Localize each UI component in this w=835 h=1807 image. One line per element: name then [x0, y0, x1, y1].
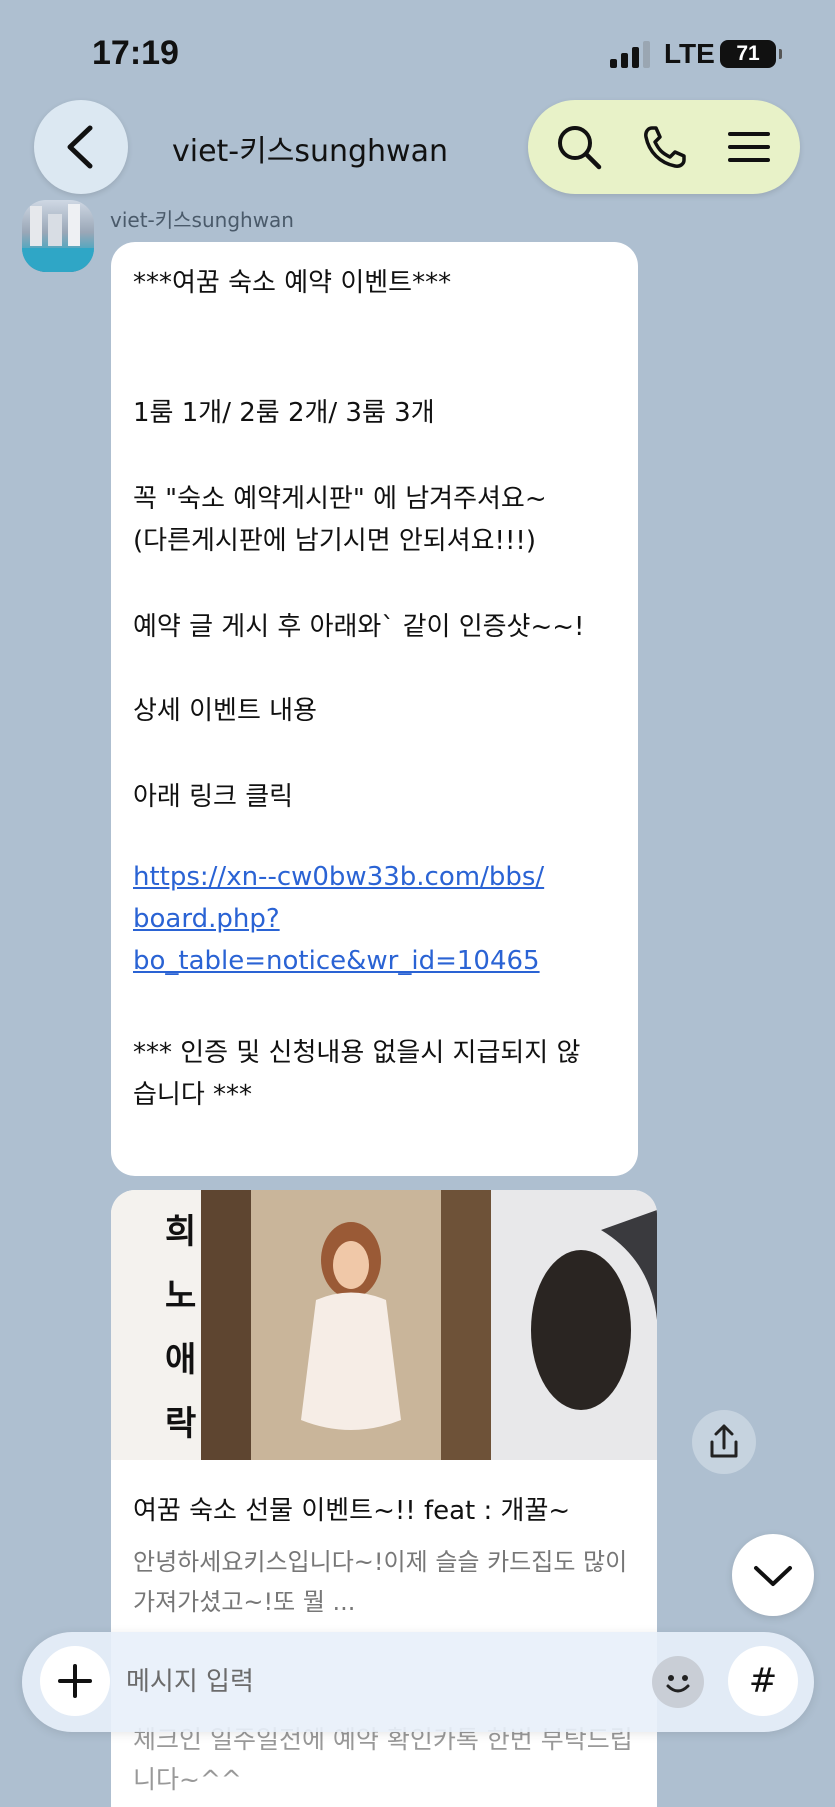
message-line: ***여꿈 숙소 예약 이벤트*** — [133, 268, 452, 298]
message-line: *** 인증 및 신청내용 없을시 지급되지 않 — [133, 1038, 581, 1068]
hashtag-button[interactable]: # — [728, 1646, 798, 1716]
search-button[interactable] — [554, 122, 604, 172]
scroll-to-bottom-button[interactable] — [732, 1534, 814, 1616]
link-card-extra-text: 체크인 일주일전에 예약 확인카톡 한번 부탁드립니다~^^ — [133, 1725, 633, 1794]
chevron-down-icon — [754, 1566, 792, 1586]
link-card-title: 여꿈 숙소 선물 이벤트~!! feat : 개꿀~ — [133, 1496, 571, 1526]
menu-button[interactable] — [724, 122, 774, 172]
calligraphy-char: 희 — [165, 1212, 197, 1252]
emoji-button[interactable] — [652, 1656, 704, 1708]
message-line: 꼭 "숙소 예약게시판" 에 남겨주셔요~ — [133, 484, 547, 514]
network-label: LTE — [664, 38, 715, 69]
message-link[interactable]: board.php? — [133, 904, 280, 934]
message-link[interactable]: bo_table=notice&wr_id=10465 — [133, 946, 540, 976]
signal-icon — [610, 40, 654, 68]
attach-button[interactable] — [40, 1646, 110, 1716]
sender-avatar[interactable] — [22, 200, 94, 272]
link-card-description: 안녕하세요키스입니다~!이제 슬슬 카드집도 많이 가져가셨고~!또 뭘 ... — [133, 1548, 628, 1616]
message-line: 상세 이벤트 내용 — [133, 696, 317, 726]
chat-title: viet-키스sunghwan — [172, 134, 448, 169]
sender-name: viet-키스sunghwan — [110, 208, 294, 232]
building-pool-image — [22, 204, 94, 272]
message-input-bar: # — [22, 1632, 814, 1732]
status-bar: 17:19 LTE 71 — [0, 0, 835, 100]
hamburger-menu-icon — [728, 132, 770, 162]
message-line: 아래 링크 클릭 — [133, 782, 294, 812]
message-line: 예약 글 게시 후 아래와` 같이 인증샷~~! — [133, 612, 585, 642]
message-input[interactable] — [126, 1662, 556, 1702]
plus-icon — [58, 1664, 92, 1698]
message-line: (다른게시판에 남기시면 안되셔요!!!) — [133, 526, 536, 556]
call-button[interactable] — [640, 122, 690, 172]
phone-icon — [644, 126, 686, 168]
message-bubble[interactable]: ***여꿈 숙소 예약 이벤트*** 1룸 1개/ 2룸 2개/ 3룸 3개 꼭… — [111, 242, 638, 1176]
status-time: 17:19 — [92, 34, 179, 72]
share-icon — [710, 1424, 738, 1458]
search-icon — [558, 126, 602, 170]
smiley-icon — [666, 1675, 690, 1693]
calligraphy-char: 애 — [165, 1340, 197, 1380]
chevron-left-icon — [67, 125, 93, 169]
back-button[interactable] — [34, 100, 128, 194]
message-link[interactable]: https://xn--cw0bw33b.com/bbs/ — [133, 862, 544, 892]
calligraphy-text: 희 노 애 락 — [165, 1200, 196, 1456]
link-preview-image: 희 노 애 락 — [111, 1190, 657, 1460]
message-line: 1룸 1개/ 2룸 2개/ 3룸 3개 — [133, 398, 435, 428]
message-line: 습니다 *** — [133, 1080, 253, 1110]
calligraphy-char: 노 — [165, 1276, 197, 1316]
battery-icon: 71 — [720, 40, 782, 68]
share-button[interactable] — [692, 1410, 756, 1474]
header-actions — [528, 100, 800, 194]
calligraphy-char: 락 — [165, 1404, 197, 1444]
